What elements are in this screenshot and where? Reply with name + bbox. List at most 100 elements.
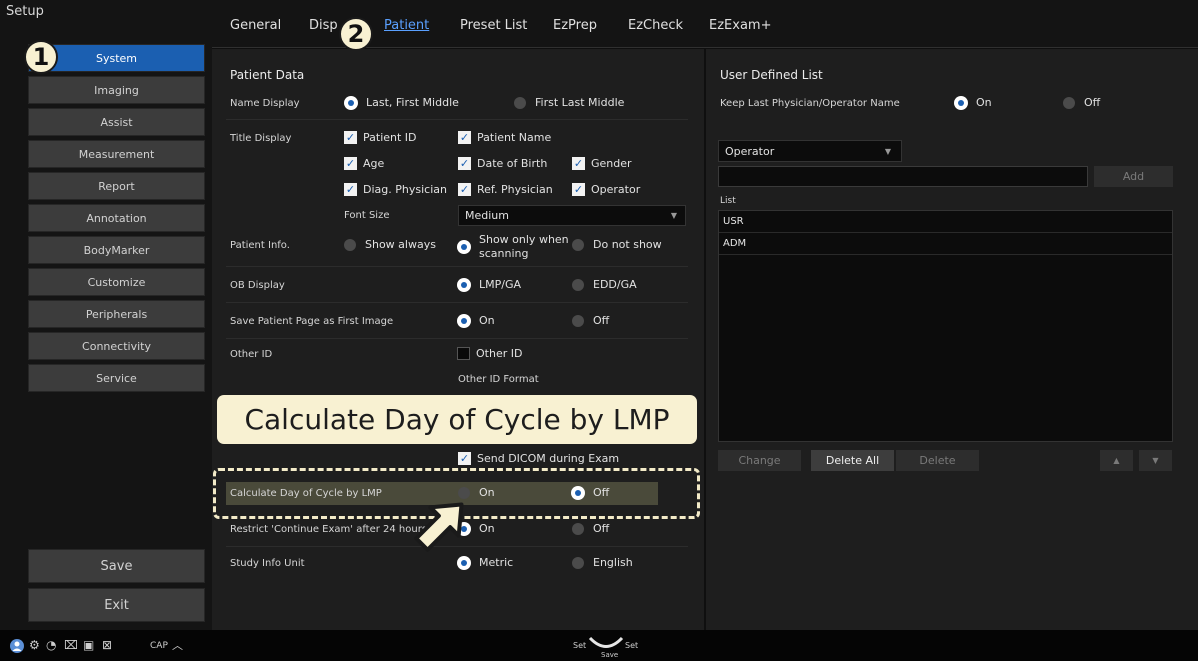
delete-button[interactable]: Delete <box>896 450 979 471</box>
change-button[interactable]: Change <box>718 450 801 471</box>
name-display-label: Name Display <box>230 98 300 109</box>
font-size-select[interactable]: Medium ▼ <box>458 205 686 226</box>
radio-selected-icon <box>458 241 470 253</box>
tab-preset-list[interactable]: Preset List <box>460 18 527 33</box>
list-item[interactable]: ADM <box>719 233 1172 255</box>
list-type-select[interactable]: Operator ▼ <box>718 140 902 162</box>
patient-data-heading: Patient Data <box>230 68 305 82</box>
ob-display-edd-ga-radio[interactable]: EDD/GA <box>572 278 637 291</box>
check-operator[interactable]: Operator <box>572 183 640 196</box>
radio-selected-icon <box>955 96 967 109</box>
trackball-bottom-label: Save <box>601 651 619 659</box>
name-display-last-first-radio[interactable]: Last, First Middle <box>345 96 459 109</box>
sidebar-item-service[interactable]: Service <box>28 364 205 392</box>
keep-last-name-label: Keep Last Physician/Operator Name <box>720 98 900 109</box>
divider <box>226 266 688 267</box>
divider <box>226 338 688 339</box>
sidebar-item-connectivity[interactable]: Connectivity <box>28 332 205 360</box>
sidebar-item-imaging[interactable]: Imaging <box>28 76 205 104</box>
delete-all-button[interactable]: Delete All <box>811 450 894 471</box>
check-patient-id[interactable]: Patient ID <box>344 131 417 144</box>
checkbox-checked-icon <box>458 452 471 465</box>
sidebar-item-annotation[interactable]: Annotation <box>28 204 205 232</box>
check-diag-physician[interactable]: Diag. Physician <box>344 183 447 196</box>
divider <box>226 302 688 303</box>
checkbox-checked-icon <box>344 157 357 170</box>
checkbox-checked-icon <box>458 183 471 196</box>
patient-info-show-when-scanning-radio[interactable]: Show only when scanning <box>458 233 569 261</box>
tab-ezprep[interactable]: EzPrep <box>553 18 597 33</box>
keep-last-name-on-radio[interactable]: On <box>955 96 992 109</box>
trackball-right-label: Set <box>625 641 639 650</box>
trackball-icon <box>588 636 624 648</box>
radio-empty-icon <box>572 314 584 327</box>
keep-last-name-off-radio[interactable]: Off <box>1063 96 1100 109</box>
check-patient-name[interactable]: Patient Name <box>458 131 551 144</box>
restrict-continue-label: Restrict 'Continue Exam' after 24 hours <box>230 524 428 535</box>
exit-button[interactable]: Exit <box>28 588 205 622</box>
radio-empty-icon <box>572 522 584 535</box>
patient-info-show-always-radio[interactable]: Show always <box>344 238 436 251</box>
save-first-image-label: Save Patient Page as First Image <box>230 316 394 327</box>
ob-display-lmp-ga-radio[interactable]: LMP/GA <box>458 278 521 291</box>
check-other-id[interactable]: Other ID <box>457 347 522 360</box>
tab-patient[interactable]: Patient <box>384 18 429 33</box>
check-age[interactable]: Age <box>344 157 384 170</box>
tab-general[interactable]: General <box>230 18 281 33</box>
move-down-button[interactable]: ▼ <box>1139 450 1172 471</box>
radio-empty-icon <box>572 278 584 291</box>
tab-display[interactable]: Disp <box>309 18 338 33</box>
study-unit-metric-radio[interactable]: Metric <box>458 556 513 569</box>
tab-ezexam-plus[interactable]: EzExam+ <box>709 18 771 33</box>
sidebar-item-peripherals[interactable]: Peripherals <box>28 300 205 328</box>
save-first-image-on-radio[interactable]: On <box>458 314 495 327</box>
sidebar-item-report[interactable]: Report <box>28 172 205 200</box>
save-button[interactable]: Save <box>28 549 205 583</box>
sidebar-item-assist[interactable]: Assist <box>28 108 205 136</box>
sidebar-item-measurement[interactable]: Measurement <box>28 140 205 168</box>
trackball-left-label: Set <box>573 641 587 650</box>
radio-selected-icon <box>345 96 357 109</box>
chevron-down-icon: ▼ <box>884 146 891 156</box>
radio-selected-icon <box>458 556 470 569</box>
checkbox-empty-icon <box>457 347 470 360</box>
save-first-image-off-radio[interactable]: Off <box>572 314 609 327</box>
list-item[interactable]: USR <box>719 211 1172 233</box>
check-date-of-birth[interactable]: Date of Birth <box>458 157 547 170</box>
patient-info-do-not-show-radio[interactable]: Do not show <box>572 238 662 251</box>
title-display-label: Title Display <box>230 133 292 144</box>
user-defined-list-heading: User Defined List <box>720 68 823 82</box>
tab-ezcheck[interactable]: EzCheck <box>628 18 683 33</box>
chevron-down-icon: ▼ <box>670 211 677 220</box>
other-id-label: Other ID <box>230 349 273 360</box>
setup-title: Setup <box>6 4 44 19</box>
radio-empty-icon <box>1063 96 1075 109</box>
step-badge-2: 2 <box>339 17 373 51</box>
list-entry-input[interactable] <box>718 166 1088 187</box>
radio-empty-icon <box>514 96 526 109</box>
check-send-dicom[interactable]: Send DICOM during Exam <box>458 452 619 465</box>
radio-empty-icon <box>572 238 584 251</box>
study-unit-english-radio[interactable]: English <box>572 556 633 569</box>
font-size-label: Font Size <box>344 210 390 221</box>
check-gender[interactable]: Gender <box>572 157 632 170</box>
checkbox-checked-icon <box>344 183 357 196</box>
name-display-first-last-radio[interactable]: First Last Middle <box>514 96 624 109</box>
radio-empty-icon <box>572 556 584 569</box>
show-when-scanning-text: Show only when scanning <box>479 233 569 260</box>
user-list[interactable]: USR ADM <box>718 210 1173 442</box>
step-badge-1: 1 <box>24 40 58 74</box>
restrict-continue-off-radio[interactable]: Off <box>572 522 609 535</box>
chevron-up-icon[interactable]: ︿ <box>172 637 183 653</box>
video-icon: ▣ <box>83 638 95 652</box>
checkbox-checked-icon <box>458 131 471 144</box>
sidebar-item-customize[interactable]: Customize <box>28 268 205 296</box>
study-info-unit-label: Study Info Unit <box>230 558 305 569</box>
add-button[interactable]: Add <box>1094 166 1173 187</box>
check-ref-physician[interactable]: Ref. Physician <box>458 183 553 196</box>
printer-off-icon: ⊠ <box>102 638 113 652</box>
move-up-button[interactable]: ▲ <box>1100 450 1133 471</box>
storage-off-icon: ⌧ <box>64 638 78 652</box>
checkbox-checked-icon <box>572 183 585 196</box>
sidebar-item-bodymarker[interactable]: BodyMarker <box>28 236 205 264</box>
